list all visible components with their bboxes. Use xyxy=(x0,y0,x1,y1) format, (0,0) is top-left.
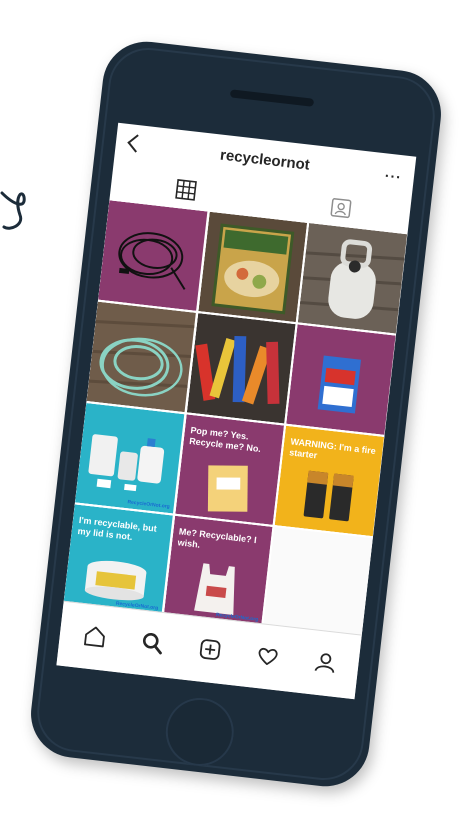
search-icon[interactable] xyxy=(138,629,167,658)
home-icon[interactable] xyxy=(81,622,110,651)
grid-icon[interactable] xyxy=(174,178,198,202)
tagged-icon[interactable] xyxy=(329,195,353,219)
fireworks-image xyxy=(186,313,296,424)
plastic-containers-image xyxy=(74,402,185,514)
post-tile[interactable] xyxy=(98,200,208,311)
cord-image xyxy=(98,200,208,311)
post-tile[interactable]: I'm recyclable, but my lid is not. Recyc… xyxy=(63,504,173,615)
garden-hose-image xyxy=(86,301,196,413)
snack-box-image xyxy=(286,324,396,435)
empty-tile xyxy=(263,527,373,638)
post-tile[interactable]: Me? Recyclable? I wish. RecycleOrNot.org xyxy=(163,515,273,627)
phone-mockup: recycleornot ··· RecycleOrNot.org Pop me… xyxy=(26,37,446,791)
post-tile[interactable] xyxy=(286,324,396,435)
post-tile[interactable] xyxy=(298,223,408,334)
post-grid: RecycleOrNot.org Pop me? Yes. Recycle me… xyxy=(63,200,408,638)
new-post-icon[interactable] xyxy=(196,635,225,664)
more-options-icon[interactable]: ··· xyxy=(384,167,403,185)
post-tile[interactable] xyxy=(86,301,196,413)
post-tile[interactable]: RecycleOrNot.org xyxy=(74,402,185,514)
decorative-squiggle xyxy=(0,191,26,230)
back-icon[interactable] xyxy=(127,134,146,153)
food-box-image xyxy=(198,211,308,323)
post-tile[interactable]: WARNING: I'm a fire starter xyxy=(274,425,385,537)
phone-screen: recycleornot ··· RecycleOrNot.org Pop me… xyxy=(56,122,417,700)
profile-username: recycleornot xyxy=(219,146,311,174)
heart-icon[interactable] xyxy=(253,642,282,671)
post-tile[interactable]: Pop me? Yes. Recycle me? No. xyxy=(174,414,285,525)
post-tile[interactable] xyxy=(186,313,296,424)
profile-icon[interactable] xyxy=(311,648,340,677)
propane-tank-image xyxy=(298,223,408,334)
post-tile[interactable] xyxy=(198,211,308,323)
